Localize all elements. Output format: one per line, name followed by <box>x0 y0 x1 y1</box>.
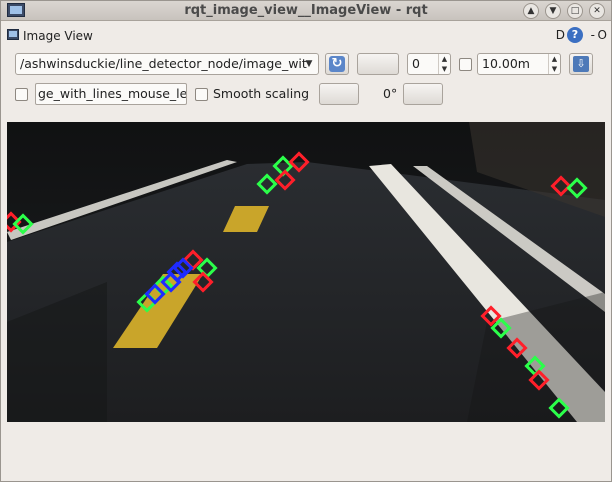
blank-button[interactable] <box>357 53 399 75</box>
bottom-area <box>7 422 605 459</box>
refresh-button[interactable]: ↻ <box>325 53 349 75</box>
max-range-value: 10.00m <box>482 56 530 71</box>
toolbar-row-1: /ashwinsduckie/line_detector_node/image_… <box>15 53 605 77</box>
save-icon: ⇩ <box>573 56 589 72</box>
refresh-icon: ↻ <box>329 56 345 72</box>
dock-close-button[interactable]: O <box>598 28 607 42</box>
dock-header: Image View D ? - O <box>5 27 609 47</box>
range-checkbox[interactable] <box>459 58 472 71</box>
smooth-scaling-label: Smooth scaling <box>213 86 310 101</box>
maximize-button[interactable]: □ <box>567 3 583 19</box>
camera-image <box>7 122 605 422</box>
dock-minimize-button[interactable]: - <box>591 28 595 42</box>
close-button[interactable]: ✕ <box>589 3 605 19</box>
shade-button[interactable]: ▲ <box>523 3 539 19</box>
range-spin-arrows-icon[interactable]: ▲ ▼ <box>548 54 560 74</box>
rotation-label: 0° <box>383 86 398 101</box>
toolbar-row-2: ge_with_lines_mouse_left Smooth scaling … <box>15 83 605 107</box>
dock-help-letter[interactable]: D <box>556 28 565 42</box>
rotate-right-button[interactable] <box>403 83 443 105</box>
mouse-publish-checkbox[interactable] <box>15 88 28 101</box>
max-range-spinbox[interactable]: 10.00m ▲ ▼ <box>477 53 561 75</box>
title-bar: rqt_image_view__ImageView - rqt ▲ ▼ □ ✕ <box>1 1 611 21</box>
help-icon[interactable]: ? <box>567 27 583 43</box>
topic-combobox[interactable]: /ashwinsduckie/line_detector_node/image_… <box>15 53 319 75</box>
image-view-icon <box>7 29 19 40</box>
window-title: rqt_image_view__ImageView - rqt <box>184 3 428 18</box>
smooth-scaling-checkbox[interactable] <box>195 88 208 101</box>
dock-title: Image View <box>23 29 93 43</box>
rotate-left-button[interactable] <box>319 83 359 105</box>
spin-box[interactable]: 0 ▲ ▼ <box>407 53 451 75</box>
minimize-button[interactable]: ▼ <box>545 3 561 19</box>
spin-arrows-icon[interactable]: ▲ ▼ <box>438 54 450 74</box>
spin-value: 0 <box>412 56 420 71</box>
image-viewer[interactable] <box>7 122 605 422</box>
save-image-button[interactable]: ⇩ <box>569 53 593 75</box>
app-window: rqt_image_view__ImageView - rqt ▲ ▼ □ ✕ … <box>0 0 612 482</box>
topic-value: /ashwinsduckie/line_detector_node/image_… <box>20 56 307 71</box>
mouse-topic-field[interactable]: ge_with_lines_mouse_left <box>35 83 187 105</box>
chevron-down-icon: ▼ <box>305 59 313 69</box>
